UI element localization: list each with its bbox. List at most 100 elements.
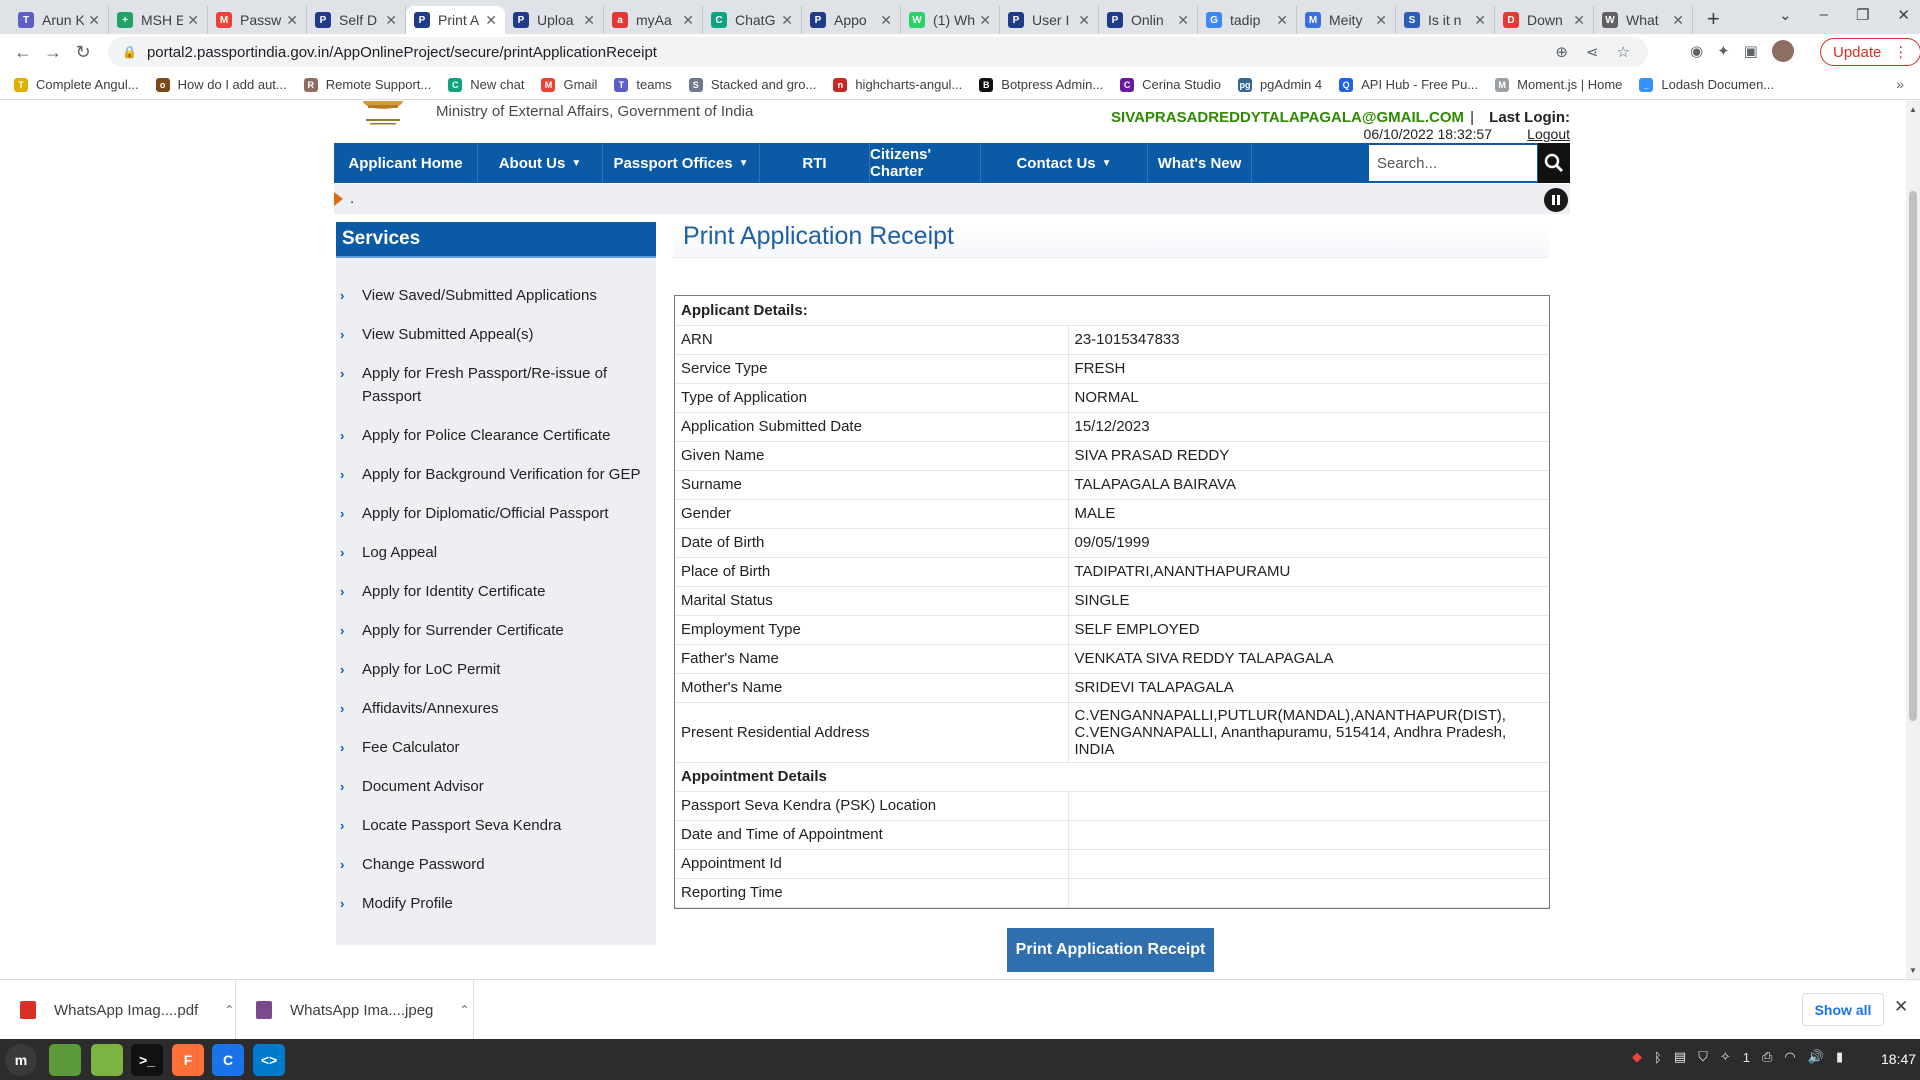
- browser-tab[interactable]: P Onlin ✕: [1099, 6, 1198, 34]
- tab-close-icon[interactable]: ✕: [1276, 12, 1288, 29]
- tab-close-icon[interactable]: ✕: [1177, 12, 1189, 29]
- lock-icon[interactable]: 🔒: [122, 45, 137, 59]
- bookmark-item[interactable]: R Remote Support...: [303, 77, 431, 92]
- service-link[interactable]: › Apply for Identity Certificate: [336, 580, 656, 603]
- puzzle-icon[interactable]: ✦: [1717, 42, 1730, 60]
- bluetooth-icon[interactable]: ᛒ: [1654, 1050, 1662, 1065]
- service-link[interactable]: › Apply for Police Clearance Certificate: [336, 424, 656, 447]
- tab-close-icon[interactable]: ✕: [979, 12, 991, 29]
- taskbar-chrome-icon[interactable]: C: [212, 1044, 244, 1076]
- browser-tab[interactable]: P Self D ✕: [307, 6, 406, 34]
- service-link[interactable]: › Apply for Surrender Certificate: [336, 619, 656, 642]
- bookmark-item[interactable]: M Moment.js | Home: [1495, 77, 1622, 92]
- bookmark-item[interactable]: S Stacked and gro...: [688, 77, 816, 92]
- bookmark-item[interactable]: T Complete Angul...: [14, 77, 139, 92]
- browser-tab[interactable]: a myAa ✕: [604, 6, 703, 34]
- reload-icon[interactable]: ↻: [68, 42, 98, 63]
- service-link[interactable]: › Apply for Background Verification for G…: [336, 463, 656, 486]
- tab-close-icon[interactable]: ✕: [485, 12, 497, 29]
- browser-tab[interactable]: + MSH E ✕: [109, 6, 208, 34]
- browser-tab[interactable]: S Is it n ✕: [1396, 6, 1495, 34]
- scroll-up-icon[interactable]: ▲: [1909, 105, 1917, 114]
- service-link[interactable]: › View Submitted Appeal(s): [336, 323, 656, 346]
- browser-tab[interactable]: P User I ✕: [1000, 6, 1099, 34]
- update-button[interactable]: Update ⋮: [1820, 38, 1920, 66]
- notification-icon[interactable]: ✧: [1720, 1049, 1731, 1065]
- service-link[interactable]: › Apply for Fresh Passport/Re-issue of Pa…: [336, 362, 656, 408]
- tab-close-icon[interactable]: ✕: [1474, 12, 1486, 29]
- browser-tab[interactable]: W (1) Wh ✕: [901, 6, 1000, 34]
- nav-item[interactable]: RTI: [760, 143, 870, 183]
- browser-tab[interactable]: M Passw ✕: [208, 6, 307, 34]
- tab-close-icon[interactable]: ✕: [385, 12, 397, 29]
- tab-search-icon[interactable]: ⌄: [1779, 6, 1792, 24]
- browser-tab[interactable]: C ChatG ✕: [703, 6, 802, 34]
- address-bar[interactable]: 🔒 portal2.passportindia.gov.in/AppOnline…: [108, 37, 1648, 67]
- tab-close-icon[interactable]: ✕: [1573, 12, 1585, 29]
- bookmark-item[interactable]: _ Lodash Documen...: [1639, 77, 1774, 92]
- browser-tab[interactable]: T Arun K ✕: [10, 6, 109, 34]
- taskbar-vscode-icon[interactable]: <>: [253, 1044, 285, 1076]
- close-download-shelf-icon[interactable]: ✕: [1894, 997, 1908, 1017]
- print-receipt-button[interactable]: Print Application Receipt: [1007, 928, 1214, 972]
- browser-tab[interactable]: P Appo ✕: [802, 6, 901, 34]
- bookmark-item[interactable]: pg pgAdmin 4: [1237, 77, 1322, 92]
- forward-icon[interactable]: →: [38, 42, 68, 63]
- browser-tab[interactable]: P Print A ✕: [406, 6, 505, 34]
- bookmark-star-icon[interactable]: ☆: [1617, 43, 1630, 61]
- service-link[interactable]: › View Saved/Submitted Applications: [336, 284, 656, 307]
- service-link[interactable]: › Apply for LoC Permit: [336, 658, 656, 681]
- bookmark-item[interactable]: Tteams: [614, 77, 672, 92]
- taskbar-menu-icon[interactable]: m: [5, 1044, 37, 1076]
- tab-close-icon[interactable]: ✕: [1672, 12, 1684, 29]
- bookmark-item[interactable]: M Gmail: [541, 77, 597, 92]
- anydesk-icon[interactable]: ◆: [1632, 1049, 1642, 1065]
- tab-close-icon[interactable]: ✕: [781, 12, 793, 29]
- nav-item[interactable]: Applicant Home: [334, 143, 478, 183]
- service-link[interactable]: › Locate Passport Seva Kendra: [336, 814, 656, 837]
- service-link[interactable]: › Document Advisor: [336, 775, 656, 798]
- zoom-icon[interactable]: ⊕: [1555, 43, 1568, 61]
- ticker-pause-button[interactable]: [1544, 188, 1568, 212]
- tab-close-icon[interactable]: ✕: [1375, 12, 1387, 29]
- browser-tab[interactable]: Gtadip ✕: [1198, 6, 1297, 34]
- show-all-downloads-button[interactable]: Show all: [1802, 993, 1884, 1026]
- new-tab-icon[interactable]: +: [1707, 6, 1720, 32]
- wifi-icon[interactable]: ◠: [1784, 1049, 1795, 1065]
- tab-close-icon[interactable]: ✕: [583, 12, 595, 29]
- site-search-input[interactable]: Search...: [1368, 144, 1538, 182]
- extension-icon[interactable]: ◉: [1690, 42, 1703, 60]
- download-item[interactable]: WhatsApp Ima....jpeg ⌃: [236, 980, 474, 1040]
- bookmark-item[interactable]: o How do I add aut...: [155, 77, 287, 92]
- bookmark-item[interactable]: B Botpress Admin...: [979, 77, 1103, 92]
- nav-item[interactable]: What's New: [1148, 143, 1252, 183]
- back-icon[interactable]: ←: [8, 42, 38, 63]
- service-link[interactable]: › Fee Calculator: [336, 736, 656, 759]
- tab-close-icon[interactable]: ✕: [1078, 12, 1090, 29]
- nav-item[interactable]: Contact Us ▼: [981, 143, 1148, 183]
- printer-icon[interactable]: ⎙: [1762, 1049, 1772, 1065]
- nav-item[interactable]: Citizens' Charter: [870, 143, 981, 183]
- taskbar-folder-icon[interactable]: [91, 1044, 123, 1076]
- bookmark-item[interactable]: C Cerina Studio: [1120, 77, 1221, 92]
- tab-close-icon[interactable]: ✕: [682, 12, 694, 29]
- nav-item[interactable]: Passport Offices ▼: [603, 143, 760, 183]
- taskbar-terminal-icon[interactable]: >_: [131, 1044, 163, 1076]
- bookmark-item[interactable]: Q API Hub - Free Pu...: [1339, 77, 1478, 92]
- browser-tab[interactable]: W What ✕: [1594, 6, 1693, 34]
- minimize-icon[interactable]: –: [1820, 6, 1828, 24]
- side-panel-icon[interactable]: ▣: [1744, 42, 1758, 60]
- clipboard-icon[interactable]: ▤: [1674, 1049, 1686, 1065]
- bookmark-item[interactable]: C New chat: [448, 77, 524, 92]
- restore-icon[interactable]: ❐: [1856, 6, 1869, 24]
- nav-item[interactable]: About Us ▼: [478, 143, 603, 183]
- window-close-icon[interactable]: ✕: [1897, 6, 1910, 24]
- page-scrollbar[interactable]: ▲ ▼: [1906, 101, 1920, 979]
- tab-close-icon[interactable]: ✕: [88, 12, 100, 29]
- shield-icon[interactable]: ⛉: [1698, 1049, 1708, 1065]
- scroll-thumb[interactable]: [1909, 191, 1917, 721]
- service-link[interactable]: › Change Password: [336, 853, 656, 876]
- bookmark-item[interactable]: n highcharts-angul...: [833, 77, 962, 92]
- download-item[interactable]: WhatsApp Imag....pdf ⌃: [0, 980, 236, 1040]
- chevron-up-icon[interactable]: ⌃: [224, 1003, 234, 1017]
